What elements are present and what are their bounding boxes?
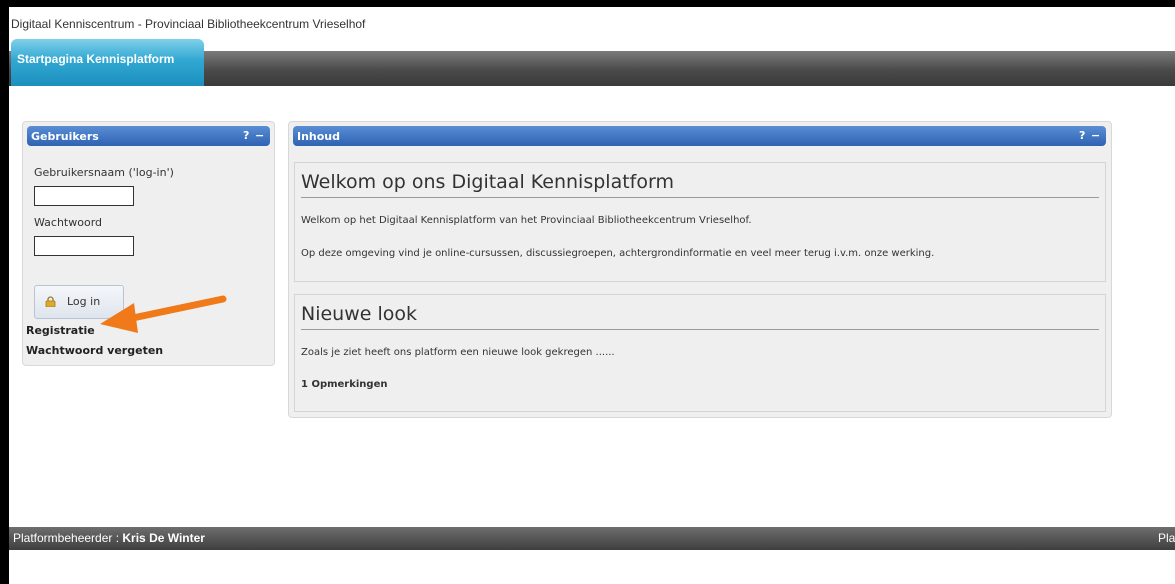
register-link[interactable]: Registratie	[26, 324, 95, 337]
content-panel-title: Inhoud	[297, 130, 341, 143]
article-welcome: Welkom op ons Digitaal Kennisplatform We…	[294, 162, 1106, 282]
users-panel: Gebruikers ? − Gebruikersnaam ('log-in')…	[22, 121, 275, 366]
username-label: Gebruikersnaam ('log-in')	[34, 166, 174, 179]
help-icon[interactable]: ?	[243, 129, 249, 142]
article-paragraph: Zoals je ziet heeft ons platform een nie…	[301, 347, 615, 358]
article-new-look: Nieuwe look Zoals je ziet heeft ons plat…	[294, 294, 1106, 412]
password-input[interactable]	[34, 236, 134, 256]
help-icon[interactable]: ?	[1079, 129, 1085, 142]
content-panel-header: Inhoud ? −	[293, 126, 1106, 146]
users-panel-header: Gebruikers ? −	[27, 126, 270, 146]
collapse-icon[interactable]: −	[1091, 129, 1100, 142]
lock-icon	[45, 296, 56, 307]
browser-frame: Digitaal Kenniscentrum - Provinciaal Bib…	[0, 0, 1175, 584]
article-paragraph: Op deze omgeving vind je online-cursusse…	[301, 248, 935, 259]
article-title[interactable]: Welkom op ons Digitaal Kennisplatform	[301, 171, 1099, 198]
footer-admin: Platformbeheerder : Kris De Winter	[13, 531, 205, 545]
content-panel: Inhoud ? − Welkom op ons Digitaal Kennis…	[288, 121, 1112, 418]
footer-right-text: Plat	[1158, 531, 1175, 545]
forgot-password-link[interactable]: Wachtwoord vergeten	[26, 344, 163, 357]
password-label: Wachtwoord	[34, 216, 103, 229]
article-paragraph: Welkom op het Digitaal Kennisplatform va…	[301, 215, 752, 226]
login-button-label: Log in	[67, 295, 101, 308]
footer-admin-label: Platformbeheerder :	[13, 531, 123, 545]
login-button[interactable]: Log in	[34, 285, 124, 319]
article-title[interactable]: Nieuwe look	[301, 303, 1099, 330]
footer-admin-name: Kris De Winter	[122, 531, 205, 545]
username-input[interactable]	[34, 186, 134, 206]
collapse-icon[interactable]: −	[255, 129, 264, 142]
comments-link[interactable]: 1 Opmerkingen	[301, 379, 388, 390]
tab-startpagina[interactable]: Startpagina Kennisplatform	[11, 39, 204, 86]
footer: Platformbeheerder : Kris De Winter Plat	[9, 527, 1175, 550]
site-title: Digitaal Kenniscentrum - Provinciaal Bib…	[11, 17, 366, 31]
users-panel-title: Gebruikers	[31, 130, 99, 143]
